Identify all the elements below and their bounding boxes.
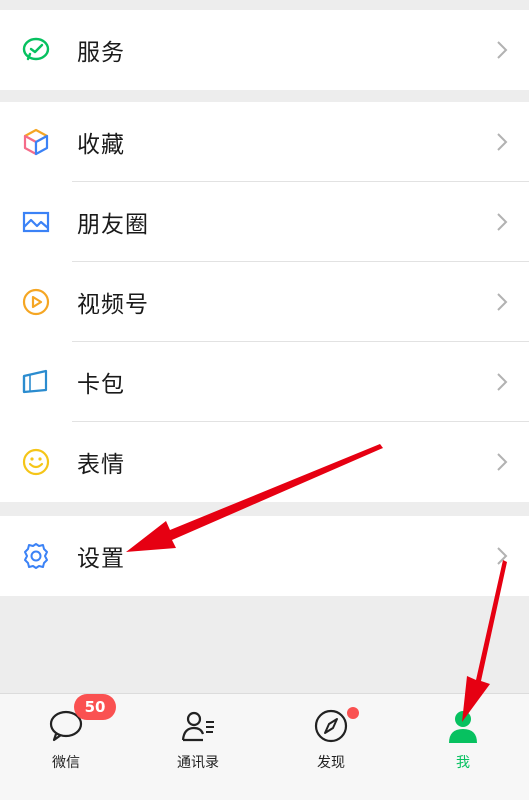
tab-chats[interactable]: 50 微信: [0, 694, 132, 800]
menu-item-service[interactable]: 服务: [0, 10, 529, 90]
card-wallet-icon: [20, 366, 52, 398]
chevron-right-icon: [497, 213, 508, 231]
chevron-right-icon: [497, 293, 508, 311]
menu-item-label: 卡包: [77, 372, 125, 398]
chevron-right-icon: [497, 133, 508, 151]
tab-label: 微信: [52, 755, 80, 771]
tab-contacts[interactable]: 通讯录: [132, 694, 264, 800]
gear-icon: [20, 540, 52, 572]
person-icon: [449, 711, 477, 743]
menu-item-stickers[interactable]: 表情: [0, 422, 529, 502]
sticker-smile-icon: [20, 446, 52, 478]
moments-photo-icon: [20, 206, 52, 238]
wechat-pay-icon: [20, 34, 52, 66]
menu-item-label: 视频号: [77, 292, 149, 318]
menu-item-favorites[interactable]: 收藏: [0, 102, 529, 182]
tab-label: 发现: [317, 755, 345, 771]
menu-item-moments[interactable]: 朋友圈: [0, 182, 529, 262]
menu-item-label: 朋友圈: [77, 212, 149, 238]
menu-item-label: 服务: [77, 40, 125, 66]
favorites-cube-icon: [20, 126, 52, 158]
contacts-icon: [181, 711, 214, 742]
chevron-right-icon: [497, 41, 508, 59]
menu-item-label: 表情: [77, 452, 125, 478]
unread-badge: 50: [74, 694, 116, 720]
menu-item-label: 收藏: [77, 132, 125, 158]
tab-label: 通讯录: [177, 755, 219, 771]
new-content-dot: [347, 707, 359, 719]
compass-icon: [314, 709, 348, 743]
service-group: 服务: [0, 10, 529, 90]
menu-item-label: 设置: [77, 546, 125, 572]
main-group: 收藏 朋友圈 视频号 卡包 表情: [0, 102, 529, 502]
tab-label: 我: [456, 755, 470, 771]
chevron-right-icon: [497, 453, 508, 471]
menu-item-settings[interactable]: 设置: [0, 516, 529, 596]
menu-item-card-wallet[interactable]: 卡包: [0, 342, 529, 422]
chevron-right-icon: [497, 373, 508, 391]
chevron-right-icon: [497, 547, 508, 565]
tab-me[interactable]: 我: [397, 694, 529, 800]
tab-discover[interactable]: 发现: [265, 694, 397, 800]
settings-group: 设置: [0, 516, 529, 596]
menu-item-channels[interactable]: 视频号: [0, 262, 529, 342]
bottom-tab-bar: 50 微信 通讯录 发现 我: [0, 693, 529, 800]
channels-play-icon: [20, 286, 52, 318]
